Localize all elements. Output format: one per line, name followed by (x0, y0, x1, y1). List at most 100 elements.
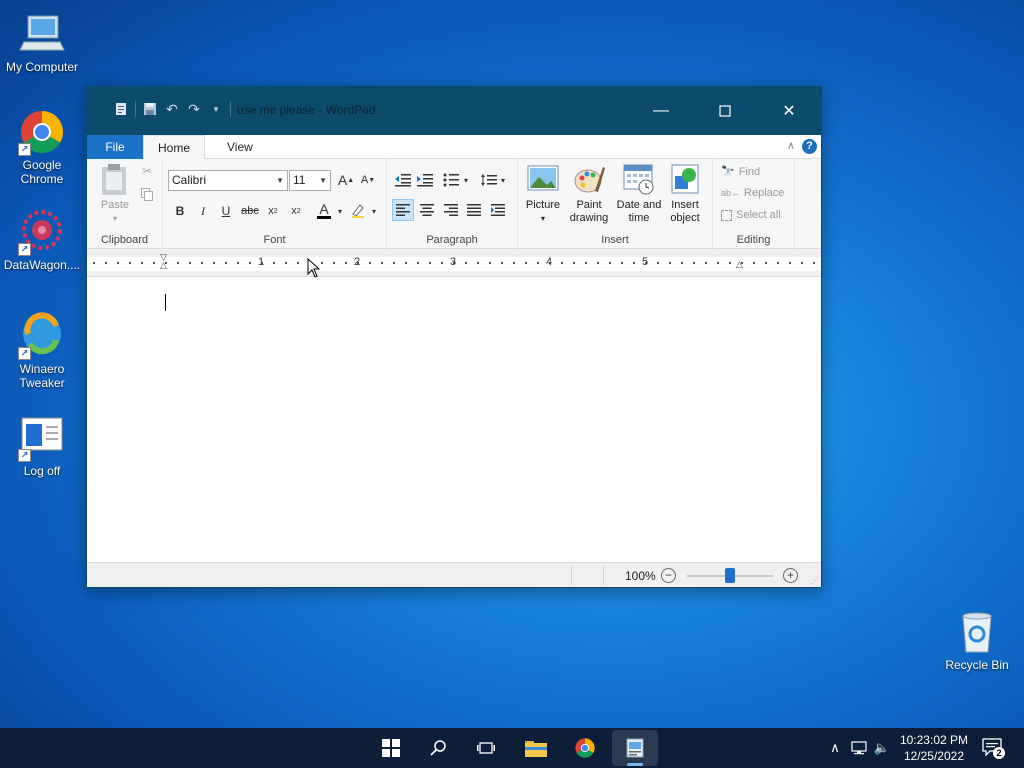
wordpad-taskbar-button[interactable] (612, 730, 658, 766)
text-caret (165, 294, 166, 311)
font-family-select[interactable]: Calibri ▼ (168, 170, 288, 191)
ruler-tick (801, 262, 803, 264)
zoom-in-button[interactable]: + (783, 568, 798, 583)
bold-icon[interactable]: B (170, 201, 190, 221)
editing-group: 🔭 Find ab↔ Replace Select all Editing (713, 159, 795, 249)
network-button[interactable] (849, 728, 869, 768)
desktop-icon-label: Recycle Bin (945, 658, 1009, 672)
align-center-icon[interactable] (416, 199, 438, 221)
document-area[interactable] (87, 278, 821, 562)
title-bar[interactable]: ↶ ↷ ▾ use me please - WordPad — ✕ (87, 87, 821, 135)
insert-group: Picture ▾ Paint drawing Date and time In… (518, 159, 713, 249)
ruler[interactable]: 1 2 3 4 5 ▽ △ △ (87, 249, 821, 277)
desktop-icon-datawagon[interactable]: ↗ DataWagon.... (2, 208, 82, 272)
align-left-icon[interactable] (392, 199, 414, 221)
desktop-icon-label: Log off (23, 464, 61, 478)
paste-button[interactable]: Paste ▾ (95, 163, 135, 225)
chevron-down-icon[interactable]: ▾ (369, 203, 379, 219)
clipboard-group: Paste ▾ ✂ Clipboard (87, 159, 163, 249)
ruler-tick (417, 262, 419, 264)
date-and-time-button[interactable]: Date and time (615, 163, 663, 225)
font-group-label: Font (263, 234, 286, 246)
right-indent-marker-icon[interactable]: △ (736, 259, 743, 270)
left-indent-marker-icon[interactable]: ▽ △ (160, 253, 167, 270)
redo-icon[interactable]: ↷ (186, 101, 202, 117)
tab-view[interactable]: View (213, 135, 267, 159)
paint-drawing-label: Paint drawing (569, 199, 609, 224)
underline-icon[interactable]: U (216, 201, 236, 221)
ruler-tick (381, 262, 383, 264)
copy-icon[interactable] (139, 186, 155, 202)
tab-home[interactable]: Home (143, 135, 206, 160)
wordpad-app-icon[interactable] (113, 101, 129, 117)
ruler-tick (345, 262, 347, 264)
ruler-tick (561, 262, 563, 264)
ruler-tick (273, 262, 275, 264)
font-size-value: 11 (293, 173, 306, 187)
ruler-tick (573, 262, 575, 264)
collapse-ribbon-icon[interactable]: ∧ (787, 139, 795, 152)
insert-object-button[interactable]: Insert object (665, 163, 705, 225)
save-icon[interactable] (142, 101, 158, 117)
desktop-icon-google-chrome[interactable]: ↗ Google Chrome (2, 108, 82, 186)
start-button[interactable] (379, 736, 403, 760)
search-button[interactable] (426, 736, 450, 760)
paste-dropdown-icon[interactable]: ▾ (95, 212, 135, 225)
zoom-out-button[interactable]: − (661, 568, 676, 583)
desktop-icon-recycle-bin[interactable]: Recycle Bin (937, 608, 1017, 672)
line-spacing-icon[interactable] (479, 171, 499, 189)
chrome-taskbar-button[interactable] (573, 736, 597, 760)
replace-icon: ab↔ (721, 188, 741, 198)
select-all-label: Select all (736, 209, 781, 221)
minimize-button[interactable]: — (629, 87, 693, 135)
mouse-cursor-icon (307, 257, 321, 281)
chevron-down-icon[interactable]: ▾ (498, 173, 508, 187)
superscript-icon[interactable]: x2 (286, 201, 306, 221)
insert-object-icon (669, 163, 701, 195)
ruler-tick (765, 262, 767, 264)
customize-qat-icon[interactable]: ▾ (208, 101, 224, 117)
decrease-indent-icon[interactable] (393, 171, 413, 189)
find-button[interactable]: 🔭 Find (721, 165, 760, 179)
show-hidden-icons-button[interactable]: ∧ (826, 728, 844, 768)
maximize-button[interactable] (693, 87, 757, 135)
ruler-tick (525, 262, 527, 264)
desktop-icon-log-off[interactable]: ↗ Log off (2, 414, 82, 478)
font-color-icon[interactable]: A (313, 199, 335, 221)
bullet-list-icon[interactable] (441, 171, 461, 189)
ruler-tick (393, 262, 395, 264)
paragraph-settings-icon[interactable] (487, 199, 509, 221)
replace-button[interactable]: ab↔ Replace (721, 187, 784, 199)
strikethrough-icon[interactable]: abc (239, 201, 261, 221)
paint-drawing-button[interactable]: Paint drawing (567, 163, 611, 225)
chevron-down-icon[interactable]: ▾ (461, 173, 471, 187)
justify-icon[interactable] (463, 199, 485, 221)
desktop-icon-my-computer[interactable]: My Computer (2, 10, 82, 74)
notifications-button[interactable]: 2 (982, 738, 1006, 760)
cut-icon[interactable]: ✂ (139, 163, 155, 179)
file-explorer-button[interactable] (524, 736, 548, 760)
tab-file[interactable]: File (87, 135, 143, 159)
picture-button[interactable]: Picture ▾ (521, 163, 565, 225)
grow-font-icon[interactable]: A ▲ (337, 171, 355, 189)
help-icon[interactable]: ? (802, 139, 817, 154)
desktop-icon-winaero-tweaker[interactable]: ↗ Winaero Tweaker (2, 312, 82, 390)
ruler-tick (141, 262, 143, 264)
undo-icon[interactable]: ↶ (164, 101, 180, 117)
chevron-down-icon[interactable]: ▾ (335, 203, 345, 219)
align-right-icon[interactable] (440, 199, 462, 221)
highlight-icon[interactable] (347, 199, 369, 221)
close-button[interactable]: ✕ (757, 87, 821, 135)
italic-icon[interactable]: I (193, 201, 213, 221)
subscript-icon[interactable]: x2 (263, 201, 283, 221)
resize-grip-icon[interactable]: ⋰ (811, 576, 819, 585)
zoom-slider-thumb[interactable] (725, 568, 735, 583)
shrink-font-icon[interactable]: A ▼ (359, 171, 377, 189)
clock[interactable]: 10:23:02 PM 12/25/2022 (900, 732, 968, 764)
volume-button[interactable]: 🔈 (872, 728, 892, 768)
task-view-button[interactable] (474, 736, 498, 760)
select-all-button[interactable]: Select all (721, 209, 781, 221)
status-separator (603, 565, 604, 585)
font-size-select[interactable]: 11 ▼ (289, 170, 331, 191)
increase-indent-icon[interactable] (415, 171, 435, 189)
